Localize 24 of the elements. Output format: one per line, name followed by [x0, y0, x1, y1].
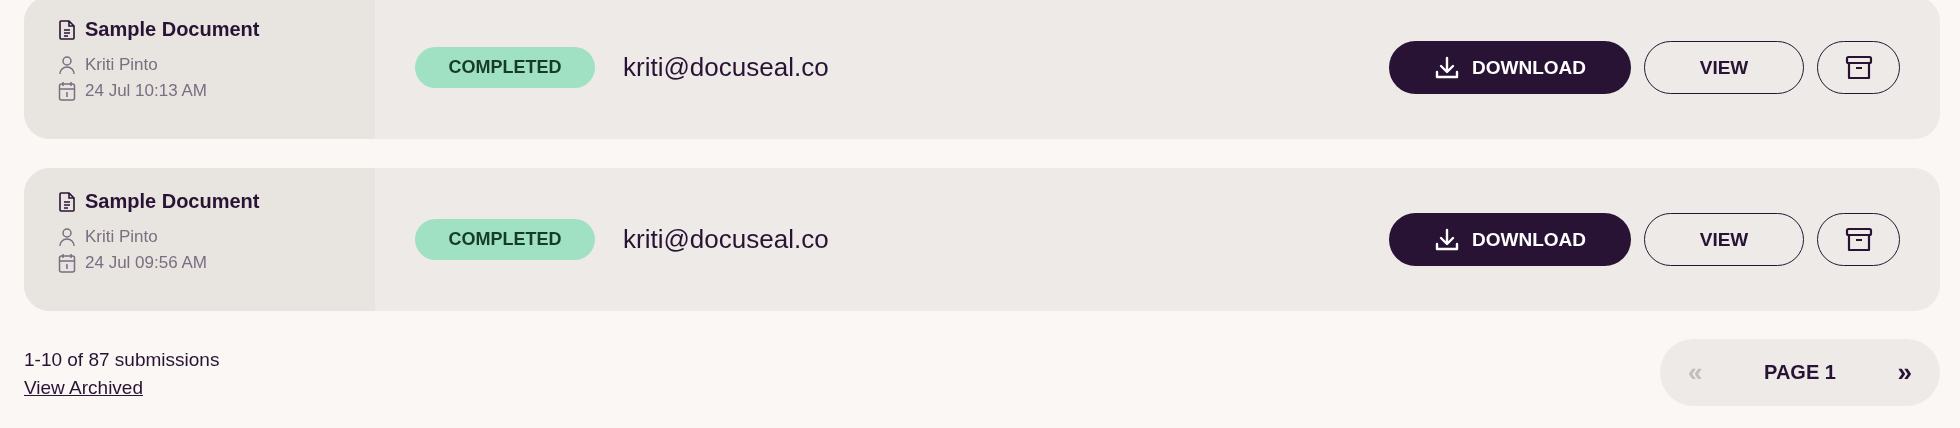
submitter-name: Kriti Pinto [85, 55, 158, 75]
calendar-icon [58, 81, 76, 101]
submission-date: 24 Jul 09:56 AM [85, 253, 207, 273]
submission-count: 1-10 of 87 submissions [24, 349, 220, 371]
page-label: PAGE 1 [1764, 361, 1836, 384]
user-icon [58, 55, 76, 75]
download-button[interactable]: DOWNLOAD [1389, 41, 1631, 94]
submitter-email: kriti@docuseal.co [623, 224, 829, 255]
submission-date: 24 Jul 10:13 AM [85, 81, 207, 101]
status-badge: COMPLETED [415, 219, 595, 260]
view-archived-link[interactable]: View Archived [24, 377, 220, 399]
document-title: Sample Document [85, 18, 260, 41]
next-page-button[interactable]: » [1887, 357, 1922, 388]
user-icon [58, 227, 76, 247]
document-icon [58, 191, 76, 212]
document-icon [58, 19, 76, 40]
submitter-email: kriti@docuseal.co [623, 52, 829, 83]
status-badge: COMPLETED [415, 47, 595, 88]
download-button[interactable]: DOWNLOAD [1389, 213, 1631, 266]
submitter-name: Kriti Pinto [85, 227, 158, 247]
document-title: Sample Document [85, 190, 260, 213]
calendar-icon [58, 253, 76, 273]
download-icon [1434, 226, 1460, 253]
download-icon [1434, 54, 1460, 81]
